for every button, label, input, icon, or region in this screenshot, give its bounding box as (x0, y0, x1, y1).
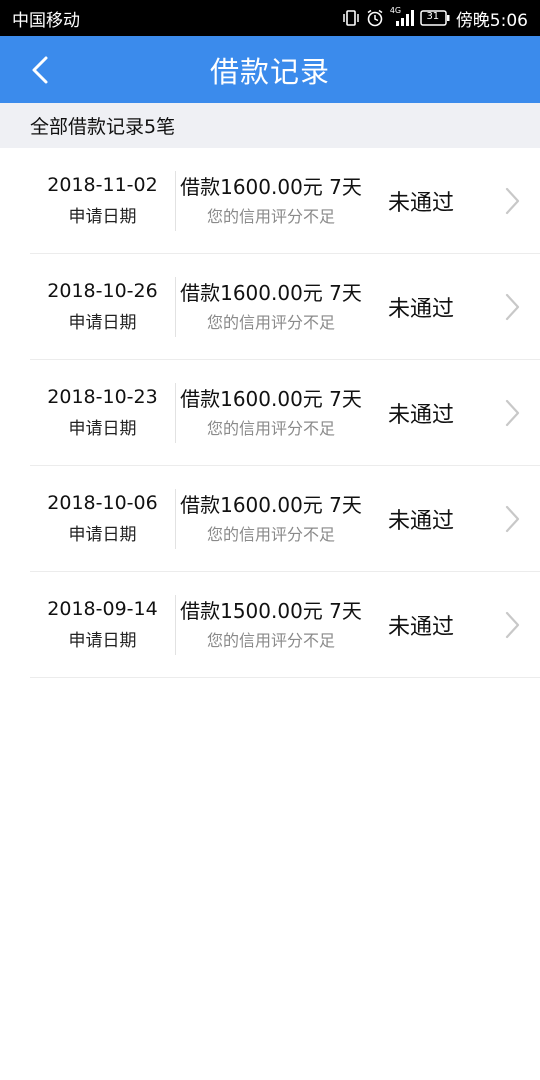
reject-reason: 您的信用评分不足 (206, 630, 335, 650)
status-text: 未通过 (387, 614, 454, 640)
vibrate-icon (342, 10, 360, 26)
loan-detail: 借款1600.00元 7天 您的信用评分不足 (176, 173, 366, 229)
reject-reason: 您的信用评分不足 (206, 312, 335, 332)
status-text: 未通过 (387, 402, 454, 428)
loan-detail: 借款1500.00元 7天 您的信用评分不足 (176, 597, 366, 653)
reject-reason: 您的信用评分不足 (206, 524, 335, 544)
chevron-right-icon (505, 293, 520, 320)
loan-amount: 借款1600.00元 7天 (180, 386, 362, 411)
carrier-name: 中国移动 (12, 10, 80, 31)
date-column: 2018-11-02 申请日期 (30, 172, 175, 230)
loan-detail: 借款1600.00元 7天 您的信用评分不足 (176, 491, 366, 547)
record-row[interactable]: 2018-10-26 申请日期 借款1600.00元 7天 您的信用评分不足 未… (30, 254, 540, 360)
apply-date-label: 申请日期 (68, 312, 137, 333)
reject-reason: 您的信用评分不足 (206, 206, 335, 226)
apply-date: 2018-11-02 (47, 173, 158, 196)
chevron-left-icon (32, 56, 48, 83)
loan-amount: 借款1600.00元 7天 (180, 280, 362, 305)
record-list: 2018-11-02 申请日期 借款1600.00元 7天 您的信用评分不足 未… (0, 148, 540, 678)
reject-reason: 您的信用评分不足 (206, 418, 335, 438)
status-text: 未通过 (387, 508, 454, 534)
apply-date-label: 申请日期 (68, 524, 137, 545)
record-row[interactable]: 2018-10-06 申请日期 借款1600.00元 7天 您的信用评分不足 未… (30, 466, 540, 572)
back-button[interactable] (20, 36, 60, 103)
apply-date-label: 申请日期 (68, 418, 137, 439)
signal-icon: 4G (390, 6, 414, 26)
network-type: 4G (389, 6, 402, 15)
battery-icon: 31 (420, 10, 450, 26)
status-text: 未通过 (387, 190, 454, 216)
clock: 傍晚5:06 (455, 10, 528, 31)
date-column: 2018-10-23 申请日期 (30, 384, 175, 442)
chevron-right-icon (505, 399, 520, 426)
chevron-right-icon (505, 505, 520, 532)
loan-amount: 借款1500.00元 7天 (180, 598, 362, 623)
page-title: 借款记录 (209, 54, 330, 89)
chevron-right-icon (505, 611, 520, 638)
loan-amount: 借款1600.00元 7天 (180, 492, 362, 517)
loan-detail: 借款1600.00元 7天 您的信用评分不足 (176, 279, 366, 335)
apply-date: 2018-10-23 (47, 385, 158, 408)
apply-date: 2018-09-14 (47, 597, 158, 620)
apply-date: 2018-10-26 (47, 279, 158, 302)
loan-amount: 借款1600.00元 7天 (180, 174, 362, 199)
alarm-icon (366, 9, 384, 27)
date-column: 2018-09-14 申请日期 (30, 596, 175, 654)
apply-date-label: 申请日期 (68, 630, 137, 651)
records-summary: 全部借款记录5笔 (0, 103, 540, 148)
apply-date-label: 申请日期 (68, 206, 137, 227)
record-row[interactable]: 2018-11-02 申请日期 借款1600.00元 7天 您的信用评分不足 未… (30, 148, 540, 254)
loan-detail: 借款1600.00元 7天 您的信用评分不足 (176, 385, 366, 441)
app-header: 借款记录 (0, 36, 540, 103)
record-row[interactable]: 2018-09-14 申请日期 借款1500.00元 7天 您的信用评分不足 未… (30, 572, 540, 678)
apply-date: 2018-10-06 (47, 491, 158, 514)
date-column: 2018-10-06 申请日期 (30, 490, 175, 548)
status-text: 未通过 (387, 296, 454, 322)
chevron-right-icon (505, 187, 520, 214)
status-bar: 中国移动 4G 31 傍晚5:06 (0, 0, 540, 36)
battery-level: 31 (426, 11, 440, 22)
record-row[interactable]: 2018-10-23 申请日期 借款1600.00元 7天 您的信用评分不足 未… (30, 360, 540, 466)
date-column: 2018-10-26 申请日期 (30, 278, 175, 336)
